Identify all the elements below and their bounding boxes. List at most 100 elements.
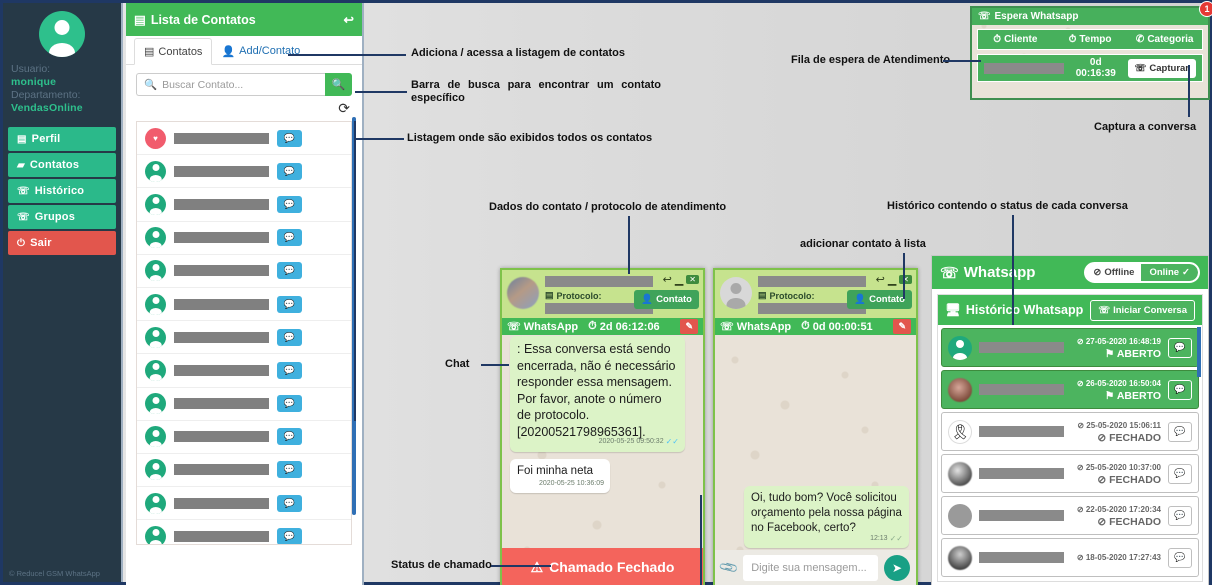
- history-meta: ⊘ 18-05-2020 17:27:43: [1071, 552, 1161, 564]
- open-chat-button[interactable]: 💬: [277, 395, 302, 413]
- list-item[interactable]: 💬: [137, 222, 351, 255]
- annotation-text: Dados do contato / protocolo de atendime…: [489, 201, 727, 213]
- search-button[interactable]: 🔍: [325, 73, 352, 96]
- open-chat-button[interactable]: 💬: [277, 461, 302, 479]
- open-chat-button[interactable]: 💬: [277, 195, 302, 213]
- open-chat-button[interactable]: 💬: [1168, 421, 1192, 442]
- open-chat-button[interactable]: 💬: [1168, 337, 1192, 358]
- open-chat-button[interactable]: 💬: [1168, 463, 1192, 484]
- message-input[interactable]: Digite sua mensagem...: [743, 555, 878, 581]
- open-chat-button[interactable]: 💬: [277, 494, 302, 512]
- close-icon[interactable]: ✕: [899, 275, 912, 284]
- tab-contatos[interactable]: ▤ Contatos: [134, 38, 213, 65]
- refresh-icon[interactable]: ⟳: [338, 100, 350, 117]
- open-chat-button[interactable]: 💬: [277, 428, 302, 446]
- open-chat-button[interactable]: 💬: [1168, 505, 1192, 526]
- avatar: [145, 459, 166, 481]
- channel-label: WhatsApp: [736, 320, 792, 333]
- list-item[interactable]: 💬: [137, 520, 351, 544]
- list-item[interactable]: 💬: [137, 188, 351, 222]
- open-chat-button[interactable]: 💬: [277, 295, 302, 313]
- reply-icon[interactable]: ↩: [876, 273, 885, 286]
- contato-button[interactable]: 👤 Contato: [634, 290, 699, 309]
- attachment-icon[interactable]: 📎: [718, 557, 740, 579]
- history-list[interactable]: ⊘ 27-05-2020 16:48:19 ⚑ ABERTO 💬 ⊘ 26-05…: [938, 325, 1202, 581]
- annotation-text: Adiciona / acessa a listagem de contatos: [411, 47, 625, 59]
- open-chat-button[interactable]: 💬: [277, 129, 302, 147]
- close-icon[interactable]: ✕: [686, 275, 699, 284]
- online-status-toggle[interactable]: ⊘ Offline Online ✓: [1084, 262, 1200, 283]
- toggle-online[interactable]: Online ✓: [1141, 264, 1198, 281]
- minimize-icon[interactable]: ▁: [888, 273, 896, 286]
- contact-list[interactable]: ♥ 💬 💬 💬 💬 💬 💬 💬 💬 💬 💬 💬 💬 💬: [136, 121, 352, 545]
- flag-icon: ⚑: [1104, 347, 1115, 360]
- chat-messages[interactable]: Oi, tudo bom? Você solicitou orçamento p…: [715, 335, 916, 585]
- search-input[interactable]: 🔍 Buscar Contato...: [136, 73, 325, 96]
- footer-copyright: © Reducel GSM WhatsApp: [9, 569, 100, 578]
- sidebar-item-perfil[interactable]: ▤ Perfil: [8, 127, 116, 151]
- history-date: 22-05-2020 17:20:34: [1085, 504, 1161, 514]
- sidebar-item-label: Grupos: [34, 211, 76, 223]
- send-button[interactable]: ➤: [884, 555, 910, 581]
- sidebar-item-historico[interactable]: ☏ Histórico: [8, 179, 116, 203]
- open-chat-button[interactable]: 💬: [277, 162, 302, 180]
- whatsapp-panel-title: Whatsapp: [963, 264, 1036, 281]
- espera-queue-row[interactable]: 0d 00:16:39 ☏ Capturar: [977, 54, 1203, 82]
- search-placeholder: Buscar Contato...: [162, 78, 244, 91]
- sidebar-item-grupos[interactable]: ☏ Grupos: [8, 205, 116, 229]
- history-row[interactable]: ⊘ 27-05-2020 16:48:19 ⚑ ABERTO 💬: [941, 328, 1199, 367]
- id-card-icon: ▤: [134, 13, 146, 27]
- list-item[interactable]: 💬: [137, 354, 351, 388]
- avatar: 🎗: [948, 419, 972, 444]
- sidebar-item-sair[interactable]: ⏻ Sair: [8, 231, 116, 255]
- history-row[interactable]: 🎗 ⊘ 25-05-2020 15:06:11 ⊘ FECHADO 💬: [941, 412, 1199, 451]
- open-chat-button[interactable]: 💬: [277, 328, 302, 346]
- history-row[interactable]: ⊘ 22-05-2020 17:20:34 ⊘ FECHADO 💬: [941, 496, 1199, 535]
- contato-label: Contato: [869, 294, 905, 305]
- user-meta: Usuario: monique Departamento: VendasOnl…: [3, 63, 121, 115]
- iniciar-conversa-button[interactable]: ☏ Iniciar Conversa: [1090, 299, 1195, 321]
- capturar-button[interactable]: ☏ Capturar: [1127, 58, 1196, 78]
- avatar: [145, 525, 166, 544]
- list-item[interactable]: ♥ 💬: [137, 122, 351, 156]
- list-item[interactable]: 💬: [137, 255, 351, 288]
- reply-icon[interactable]: ↩: [663, 273, 672, 286]
- open-chat-button[interactable]: 💬: [277, 262, 302, 280]
- tag-button[interactable]: ✎: [893, 319, 911, 334]
- chat-window-1: ▤ Protocolo: ↩ ▁ ✕ 👤 Contato ☏ WhatsApp …: [500, 268, 705, 585]
- history-scrollbar[interactable]: [1197, 327, 1201, 377]
- list-item[interactable]: 💬: [137, 454, 351, 488]
- toggle-offline[interactable]: ⊘ Offline: [1086, 264, 1141, 281]
- open-chat-button[interactable]: 💬: [277, 229, 302, 247]
- list-item[interactable]: 💬: [137, 421, 351, 454]
- collapse-icon[interactable]: ↩: [344, 12, 354, 27]
- history-row[interactable]: ⊘ 25-05-2020 10:37:00 ⊘ FECHADO 💬: [941, 454, 1199, 493]
- avatar: [145, 426, 166, 448]
- open-chat-button[interactable]: 💬: [1168, 379, 1192, 400]
- list-item[interactable]: 💬: [137, 388, 351, 421]
- list-item[interactable]: 💬: [137, 487, 351, 521]
- avatar: [145, 160, 166, 182]
- list-item[interactable]: 💬: [137, 155, 351, 189]
- list-item[interactable]: 💬: [137, 321, 351, 355]
- user-name: monique: [11, 76, 57, 88]
- annotation-text: Captura a conversa: [1094, 121, 1197, 133]
- id-card-icon: ▤: [758, 290, 767, 300]
- minimize-icon[interactable]: ▁: [675, 273, 683, 286]
- history-row[interactable]: ⊘ 26-05-2020 16:50:04 ⚑ ABERTO 💬: [941, 370, 1199, 409]
- open-chat-button[interactable]: 💬: [277, 527, 302, 544]
- open-chat-button[interactable]: 💬: [277, 361, 302, 379]
- list-item[interactable]: 💬: [137, 288, 351, 322]
- tag-button[interactable]: ✎: [680, 319, 698, 334]
- sidebar-item-contatos[interactable]: ▰ Contatos: [8, 153, 116, 177]
- search-icon: 🔍: [331, 79, 346, 91]
- chat-messages[interactable]: : Essa conversa está sendo encerrada, nã…: [502, 335, 703, 560]
- tab-add-contato[interactable]: 👤 Add/Contato: [212, 38, 309, 64]
- message-meta: 12:13 ✓✓: [870, 531, 903, 546]
- history-row[interactable]: ⊘ 18-05-2020 17:27:43 💬: [941, 538, 1199, 577]
- contact-name-redacted: [979, 426, 1064, 437]
- open-chat-button[interactable]: 💬: [1168, 547, 1192, 568]
- history-date: 27-05-2020 16:48:19: [1085, 336, 1161, 346]
- history-meta: ⊘ 22-05-2020 17:20:34 ⊘ FECHADO: [1071, 504, 1161, 528]
- sidebar-nav: ▤ Perfil ▰ Contatos ☏ Histórico ☏ Grupos…: [3, 127, 121, 255]
